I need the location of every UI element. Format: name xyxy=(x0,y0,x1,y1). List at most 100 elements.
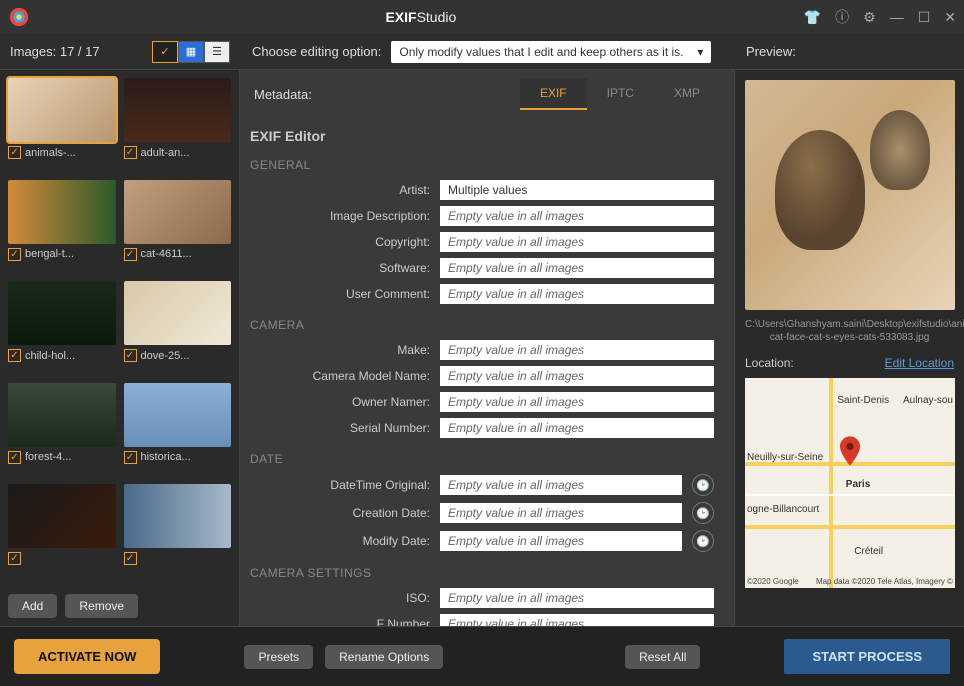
checkbox-icon[interactable]: ✓ xyxy=(8,451,21,464)
field-input[interactable] xyxy=(440,503,682,523)
field-input[interactable] xyxy=(440,206,714,226)
field-label: Image Description: xyxy=(250,209,430,223)
field-input[interactable] xyxy=(440,475,682,495)
gear-icon[interactable]: ⚙ xyxy=(863,9,876,26)
field-label: User Comment: xyxy=(250,287,430,301)
field-input[interactable] xyxy=(440,531,682,551)
remove-button[interactable]: Remove xyxy=(65,594,138,618)
field-input[interactable] xyxy=(440,366,714,386)
activate-button[interactable]: ACTIVATE NOW xyxy=(14,639,160,674)
app-title: EXIFStudio xyxy=(38,9,804,25)
field-row: F Number xyxy=(250,614,714,626)
add-button[interactable]: Add xyxy=(8,594,57,618)
view-list-button[interactable]: ☰ xyxy=(204,41,230,63)
thumbnail[interactable]: ✓ xyxy=(8,484,116,578)
field-row: Owner Namer: xyxy=(250,392,714,412)
section-title: CAMERA SETTINGS xyxy=(250,566,714,580)
info-icon[interactable]: ⓘ xyxy=(835,7,849,27)
location-map[interactable]: Paris Saint-Denis Aulnay-sou Neuilly-sur… xyxy=(745,378,955,588)
thumbnail[interactable]: ✓historica... xyxy=(124,383,232,477)
location-label: Location: xyxy=(745,356,794,370)
field-input[interactable] xyxy=(440,232,714,252)
field-label: Artist: xyxy=(250,183,430,197)
minimize-icon[interactable]: — xyxy=(890,9,904,25)
section-title: GENERAL xyxy=(250,158,714,172)
field-label: Serial Number: xyxy=(250,421,430,435)
clock-icon[interactable]: 🕑 xyxy=(692,502,714,524)
tab-xmp[interactable]: XMP xyxy=(654,78,720,110)
chevron-down-icon: ▾ xyxy=(697,45,703,59)
view-grid-button[interactable]: ▦ xyxy=(178,41,204,63)
metadata-tabs: EXIFIPTCXMP xyxy=(520,78,720,110)
section-title: CAMERA xyxy=(250,318,714,332)
field-label: Modify Date: xyxy=(250,534,430,548)
choose-option-select[interactable]: Only modify values that I edit and keep … xyxy=(391,41,711,63)
field-row: DateTime Original:🕑 xyxy=(250,474,714,496)
field-row: User Comment: xyxy=(250,284,714,304)
clock-icon[interactable]: 🕑 xyxy=(692,530,714,552)
images-count: Images: 17 / 17 xyxy=(10,44,144,59)
checkbox-icon[interactable]: ✓ xyxy=(124,552,137,565)
thumbnail-grid: ✓animals-...✓adult-an...✓bengal-t...✓cat… xyxy=(0,70,239,586)
thumbnail[interactable]: ✓forest-4... xyxy=(8,383,116,477)
checkbox-icon[interactable]: ✓ xyxy=(8,146,21,159)
field-label: Owner Namer: xyxy=(250,395,430,409)
thumbnail[interactable]: ✓animals-... xyxy=(8,78,116,172)
thumbnail[interactable]: ✓bengal-t... xyxy=(8,180,116,274)
thumbnail[interactable]: ✓dove-25... xyxy=(124,281,232,375)
exif-editor: EXIF Editor GENERAL Artist: Image Descript… xyxy=(240,110,734,626)
tab-exif[interactable]: EXIF xyxy=(520,78,587,110)
field-row: Image Description: xyxy=(250,206,714,226)
field-row: ISO: xyxy=(250,588,714,608)
metadata-label: Metadata: xyxy=(254,87,500,102)
checkbox-icon[interactable]: ✓ xyxy=(124,248,137,261)
field-input[interactable] xyxy=(440,284,714,304)
checkbox-icon[interactable]: ✓ xyxy=(124,146,137,159)
field-label: ISO: xyxy=(250,591,430,605)
field-row: Make: xyxy=(250,340,714,360)
field-label: Copyright: xyxy=(250,235,430,249)
app-logo xyxy=(8,6,30,28)
checkbox-icon[interactable]: ✓ xyxy=(124,451,137,464)
tab-iptc[interactable]: IPTC xyxy=(587,78,654,110)
field-label: Creation Date: xyxy=(250,506,430,520)
field-row: Artist: xyxy=(250,180,714,200)
field-input[interactable] xyxy=(440,258,714,278)
shirt-icon[interactable]: 👕 xyxy=(804,9,821,26)
view-check-button[interactable]: ✓ xyxy=(152,41,178,63)
clock-icon[interactable]: 🕑 xyxy=(692,474,714,496)
reset-all-button[interactable]: Reset All xyxy=(625,645,700,669)
field-input[interactable] xyxy=(440,392,714,412)
rename-options-button[interactable]: Rename Options xyxy=(325,645,443,669)
field-label: Make: xyxy=(250,343,430,357)
thumbnail[interactable]: ✓ xyxy=(124,484,232,578)
thumbnail[interactable]: ✓cat-4611... xyxy=(124,180,232,274)
field-input[interactable] xyxy=(440,340,714,360)
thumbnail[interactable]: ✓child-hol... xyxy=(8,281,116,375)
field-input[interactable] xyxy=(440,614,714,626)
start-process-button[interactable]: START PROCESS xyxy=(784,639,950,674)
field-input[interactable] xyxy=(440,180,714,200)
field-row: Creation Date: 🕑 xyxy=(250,502,714,524)
checkbox-icon[interactable]: ✓ xyxy=(8,552,21,565)
checkbox-icon[interactable]: ✓ xyxy=(124,349,137,362)
preview-header: Preview: xyxy=(734,44,964,59)
maximize-icon[interactable]: ☐ xyxy=(918,9,931,26)
field-input[interactable] xyxy=(440,588,714,608)
edit-location-link[interactable]: Edit Location xyxy=(885,356,954,370)
editor-title: EXIF Editor xyxy=(250,128,714,144)
choose-option-label: Choose editing option: xyxy=(252,44,381,59)
field-row: Software: xyxy=(250,258,714,278)
field-input[interactable] xyxy=(440,418,714,438)
section-title: DATE xyxy=(250,452,714,466)
field-row: Modify Date: 🕑 xyxy=(250,530,714,552)
preview-image xyxy=(745,80,955,310)
presets-button[interactable]: Presets xyxy=(244,645,313,669)
thumbnail[interactable]: ✓adult-an... xyxy=(124,78,232,172)
checkbox-icon[interactable]: ✓ xyxy=(8,248,21,261)
field-row: Copyright: xyxy=(250,232,714,252)
field-label: Software: xyxy=(250,261,430,275)
checkbox-icon[interactable]: ✓ xyxy=(8,349,21,362)
close-icon[interactable]: ✕ xyxy=(944,9,956,26)
preview-path: C:\Users\Ghanshyam.saini\Desktop\exifstu… xyxy=(745,318,954,344)
